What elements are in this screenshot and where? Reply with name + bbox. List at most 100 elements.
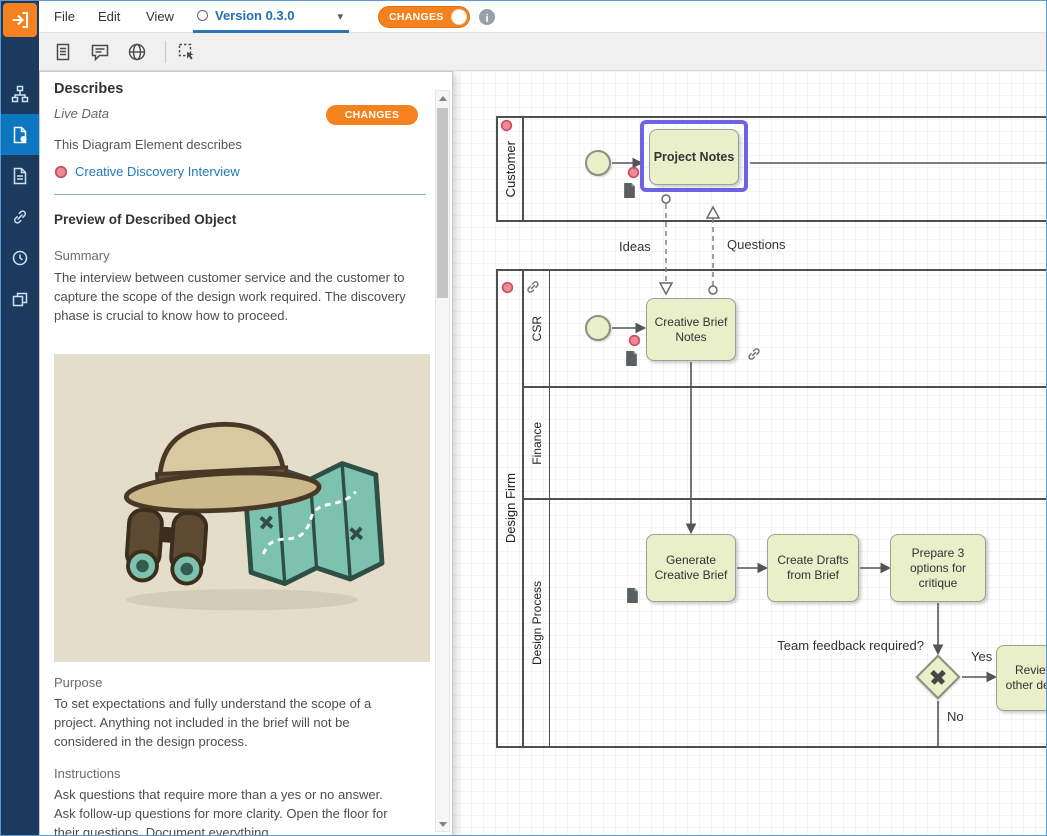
flow-label-team-feedback[interactable]: Team feedback required?: [762, 638, 924, 653]
lane-finance-label: Finance: [530, 422, 544, 465]
components-icon: [11, 290, 29, 308]
task-review-label: Review with other designers: [1000, 663, 1047, 693]
menu-view[interactable]: View: [139, 1, 181, 33]
panel-subtitle: Live Data: [54, 106, 109, 121]
panel-title: Describes: [54, 81, 123, 97]
flow-label-no[interactable]: No: [947, 709, 964, 724]
task-generate-creative-brief-label: Generate Creative Brief: [650, 553, 732, 583]
changes-toggle-label: CHANGES: [389, 11, 444, 23]
describes-marker-icon[interactable]: [500, 119, 513, 132]
task-creative-brief-notes-label: Creative Brief Notes: [650, 315, 732, 345]
lane-csr-label: CSR: [530, 316, 544, 341]
design-firm-lanes: CSR Finance Design Process: [524, 271, 1047, 746]
describes-panel: Describes Live Data CHANGES This Diagram…: [39, 71, 453, 836]
flow-label-questions[interactable]: Questions: [727, 237, 786, 252]
task-review-with-other-designers[interactable]: Review with other designers: [996, 645, 1047, 711]
task-prepare-3-options[interactable]: Prepare 3 options for critique: [890, 534, 986, 602]
pool-design-firm-band[interactable]: Design Firm: [498, 271, 524, 746]
pool-customer[interactable]: Customer: [496, 116, 1047, 222]
pool-design-firm-label: Design Firm: [503, 473, 518, 543]
rail-item-hierarchy[interactable]: [1, 73, 39, 114]
menu-file[interactable]: File: [47, 1, 82, 33]
menu-bar: File Edit View Version 0.3.0 CHANGES: [39, 1, 1047, 33]
app-logo-icon[interactable]: [3, 3, 37, 37]
instructions-text: Ask questions that require more than a y…: [54, 785, 406, 836]
element-describes-line: This Diagram Element describes: [54, 137, 242, 152]
document-lines-icon: [53, 42, 73, 62]
describes-page-icon: [11, 126, 29, 144]
lane-finance-body: [550, 388, 1047, 498]
task-generate-creative-brief[interactable]: Generate Creative Brief: [646, 534, 736, 602]
describes-marker-icon: [54, 165, 68, 179]
document-icon: [11, 167, 29, 185]
panel-scrollbar[interactable]: [435, 90, 450, 832]
purpose-label: Purpose: [54, 675, 102, 690]
flow-label-ideas[interactable]: Ideas: [619, 239, 651, 254]
rail-item-extensions[interactable]: [1, 278, 39, 319]
attachment-doc-icon[interactable]: [626, 588, 639, 603]
preview-heading: Preview of Described Object: [54, 212, 236, 227]
marquee-select-icon: [177, 42, 197, 62]
task-create-drafts-from-brief[interactable]: Create Drafts from Brief: [767, 534, 859, 602]
task-creative-brief-notes[interactable]: Creative Brief Notes: [646, 298, 736, 361]
changes-badge[interactable]: CHANGES: [326, 105, 418, 125]
pool-customer-label: Customer: [503, 141, 518, 197]
toolbar-separator: [165, 41, 166, 63]
version-label: Version 0.3.0: [215, 8, 295, 23]
scrollbar-up-arrow[interactable]: [436, 91, 449, 105]
globe-tool-button[interactable]: [123, 38, 151, 66]
purpose-text: To set expectations and fully understand…: [54, 694, 406, 751]
described-object-row: Creative Discovery Interview: [54, 164, 240, 179]
summary-text: The interview between customer service a…: [54, 268, 406, 325]
toolbar: [39, 33, 1047, 71]
rail-item-describes[interactable]: [1, 114, 39, 155]
gateway-team-feedback[interactable]: [915, 654, 961, 700]
pool-design-firm[interactable]: Design Firm CSR Finance Design Process: [496, 269, 1047, 748]
flow-label-yes[interactable]: Yes: [971, 649, 992, 664]
instructions-label: Instructions: [54, 766, 120, 781]
comment-icon: [90, 42, 110, 62]
lane-design-process-label: Design Process: [530, 581, 544, 665]
attachment-doc-icon[interactable]: [625, 351, 638, 366]
select-tool-button[interactable]: [173, 38, 201, 66]
link-marker-icon[interactable]: [747, 347, 761, 361]
described-object-image: [54, 354, 430, 662]
chevron-down-icon: [337, 7, 343, 25]
left-rail: [1, 1, 39, 836]
document-tool-button[interactable]: [49, 38, 77, 66]
version-selector[interactable]: Version 0.3.0: [193, 1, 349, 33]
described-object-link[interactable]: Creative Discovery Interview: [75, 164, 240, 179]
lane-design-process-band: Design Process: [524, 500, 550, 746]
scrollbar-down-arrow[interactable]: [436, 817, 449, 831]
describes-marker-icon[interactable]: [501, 281, 514, 294]
task-project-notes-label: Project Notes: [654, 150, 735, 165]
changes-toggle[interactable]: CHANGES: [378, 6, 470, 28]
menu-edit[interactable]: Edit: [91, 1, 127, 33]
link-marker-icon[interactable]: [526, 280, 540, 294]
describes-marker-icon[interactable]: [628, 334, 641, 347]
rail-item-links[interactable]: [1, 196, 39, 237]
start-event-csr[interactable]: [585, 315, 611, 341]
start-event-customer[interactable]: [585, 150, 611, 176]
attachment-doc-icon[interactable]: [623, 183, 636, 198]
task-create-drafts-label: Create Drafts from Brief: [771, 553, 855, 583]
explorer-illustration: [97, 397, 387, 619]
task-project-notes[interactable]: Project Notes: [649, 129, 739, 185]
link-icon: [11, 208, 29, 226]
describes-marker-icon[interactable]: [627, 166, 640, 179]
lane-csr-body: [550, 271, 1047, 386]
lane-finance-band: Finance: [524, 388, 550, 498]
comment-tool-button[interactable]: [86, 38, 114, 66]
task-prepare-3-options-label: Prepare 3 options for critique: [894, 546, 982, 591]
app-window: File Edit View Version 0.3.0 CHANGES: [0, 0, 1047, 836]
summary-label: Summary: [54, 248, 110, 263]
rail-item-history[interactable]: [1, 237, 39, 278]
rail-item-document[interactable]: [1, 155, 39, 196]
scrollbar-thumb[interactable]: [437, 108, 448, 298]
globe-icon: [127, 42, 147, 62]
info-icon[interactable]: [479, 9, 495, 25]
lane-finance[interactable]: Finance: [524, 388, 1047, 500]
panel-divider: [54, 194, 426, 195]
export-arrow-icon: [10, 10, 30, 30]
pool-customer-band[interactable]: Customer: [498, 118, 524, 220]
